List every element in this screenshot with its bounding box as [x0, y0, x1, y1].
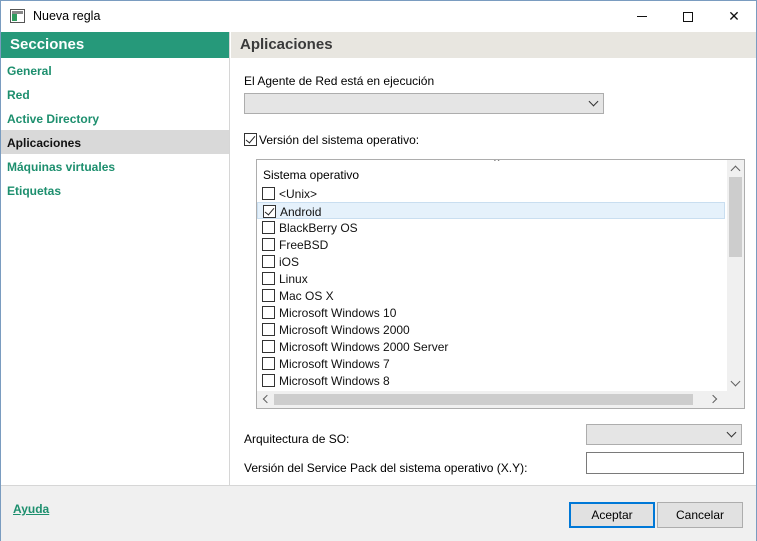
os-checkbox[interactable] [262, 357, 275, 370]
list-item[interactable]: FreeBSD [257, 236, 725, 253]
os-name: Microsoft Windows 10 [279, 306, 397, 320]
os-name: Microsoft Windows 7 [279, 357, 390, 371]
list-item[interactable]: Microsoft Windows 10 [257, 304, 725, 321]
window-title: Nueva regla [33, 9, 101, 23]
os-checkbox[interactable] [262, 255, 275, 268]
list-item[interactable]: iOS [257, 253, 725, 270]
list-item[interactable]: Microsoft Windows 7 [257, 355, 725, 372]
title-bar: Nueva regla ✕ [1, 1, 756, 32]
chevron-down-icon [588, 96, 599, 107]
accept-button[interactable]: Aceptar [569, 502, 655, 528]
dialog-window: Nueva regla ✕ Secciones General Red Active… [0, 0, 757, 541]
horizontal-scroll-thumb[interactable] [274, 394, 693, 405]
sections-sidebar: Secciones General Red Active Directory Apli… [1, 32, 230, 485]
arch-label: Arquitectura de SO: [244, 432, 350, 446]
dialog-footer: Ayuda Aceptar Cancelar [1, 485, 756, 541]
os-name: FreeBSD [279, 238, 329, 252]
agent-running-select[interactable] [244, 93, 604, 114]
scroll-right-icon[interactable] [708, 394, 718, 404]
os-checkbox[interactable] [262, 374, 275, 387]
service-pack-label: Versión del Service Pack del sistema ope… [244, 461, 528, 475]
os-name: Android [280, 205, 322, 219]
os-checkbox[interactable] [262, 272, 275, 285]
minimize-icon [637, 16, 647, 17]
sidebar-header: Secciones [1, 32, 229, 58]
os-name: <Unix> [279, 187, 318, 201]
os-checkbox[interactable] [262, 306, 275, 319]
sidebar-item-red[interactable]: Red [1, 82, 229, 106]
list-item[interactable]: <Unix> [257, 185, 725, 202]
help-link[interactable]: Ayuda [13, 502, 49, 516]
list-item[interactable]: Microsoft Windows 2000 Server [257, 338, 725, 355]
maximize-icon [683, 11, 693, 22]
sort-ascending-icon: ^ [493, 159, 501, 168]
scroll-corner [727, 391, 744, 408]
list-item[interactable]: Microsoft Windows 8 [257, 372, 725, 389]
list-item[interactable]: Linux [257, 270, 725, 287]
close-button[interactable]: ✕ [711, 1, 757, 32]
sidebar-item-etiquetas[interactable]: Etiquetas [1, 178, 229, 202]
os-name: iOS [279, 255, 300, 269]
os-name: Microsoft Windows 2000 Server [279, 340, 449, 354]
close-icon: ✕ [728, 8, 740, 25]
os-version-checkbox[interactable] [244, 133, 257, 146]
minimize-button[interactable] [619, 1, 665, 32]
scroll-left-icon[interactable] [262, 394, 272, 404]
os-checkbox[interactable] [263, 205, 276, 218]
rule-window-icon [10, 9, 25, 23]
os-checkbox[interactable] [262, 238, 275, 251]
scroll-up-icon[interactable] [730, 165, 741, 176]
list-item[interactable]: Microsoft Windows 2000 [257, 321, 725, 338]
os-column-header[interactable]: Sistema operativo [263, 168, 359, 182]
os-name: Microsoft Windows 8 [279, 374, 390, 388]
service-pack-input[interactable] [586, 452, 744, 474]
horizontal-scrollbar[interactable] [257, 391, 744, 408]
os-checkbox[interactable] [262, 187, 275, 200]
list-item[interactable]: Android [257, 202, 725, 219]
arch-select[interactable] [586, 424, 742, 445]
sidebar-item-máquinas-virtuales[interactable]: Máquinas virtuales [1, 154, 229, 178]
os-checkbox[interactable] [262, 289, 275, 302]
os-name: BlackBerry OS [279, 221, 358, 235]
vertical-scroll-thumb[interactable] [729, 177, 742, 257]
scroll-down-icon[interactable] [730, 376, 741, 387]
os-checkbox[interactable] [262, 221, 275, 234]
os-name: Mac OS X [279, 289, 334, 303]
os-list[interactable]: ^ Sistema operativo <Unix> Android BlackBe… [256, 159, 745, 409]
sidebar-item-active-directory[interactable]: Active Directory [1, 106, 229, 130]
vertical-scrollbar[interactable] [727, 160, 744, 391]
maximize-button[interactable] [665, 1, 711, 32]
os-version-label: Versión del sistema operativo: [259, 133, 420, 147]
list-item[interactable]: Mac OS X [257, 287, 725, 304]
sidebar-item-aplicaciones[interactable]: Aplicaciones [1, 130, 229, 154]
os-name: Linux [279, 272, 308, 286]
main-panel: Aplicaciones El Agente de Red está en ej… [231, 32, 756, 485]
list-item[interactable]: BlackBerry OS [257, 219, 725, 236]
cancel-button[interactable]: Cancelar [657, 502, 743, 528]
os-checkbox[interactable] [262, 340, 275, 353]
os-checkbox[interactable] [262, 323, 275, 336]
sidebar-item-general[interactable]: General [1, 58, 229, 82]
os-name: Microsoft Windows 2000 [279, 323, 410, 337]
chevron-down-icon [726, 427, 737, 438]
agent-running-label: El Agente de Red está en ejecución [244, 74, 435, 88]
section-title: Aplicaciones [231, 32, 756, 58]
